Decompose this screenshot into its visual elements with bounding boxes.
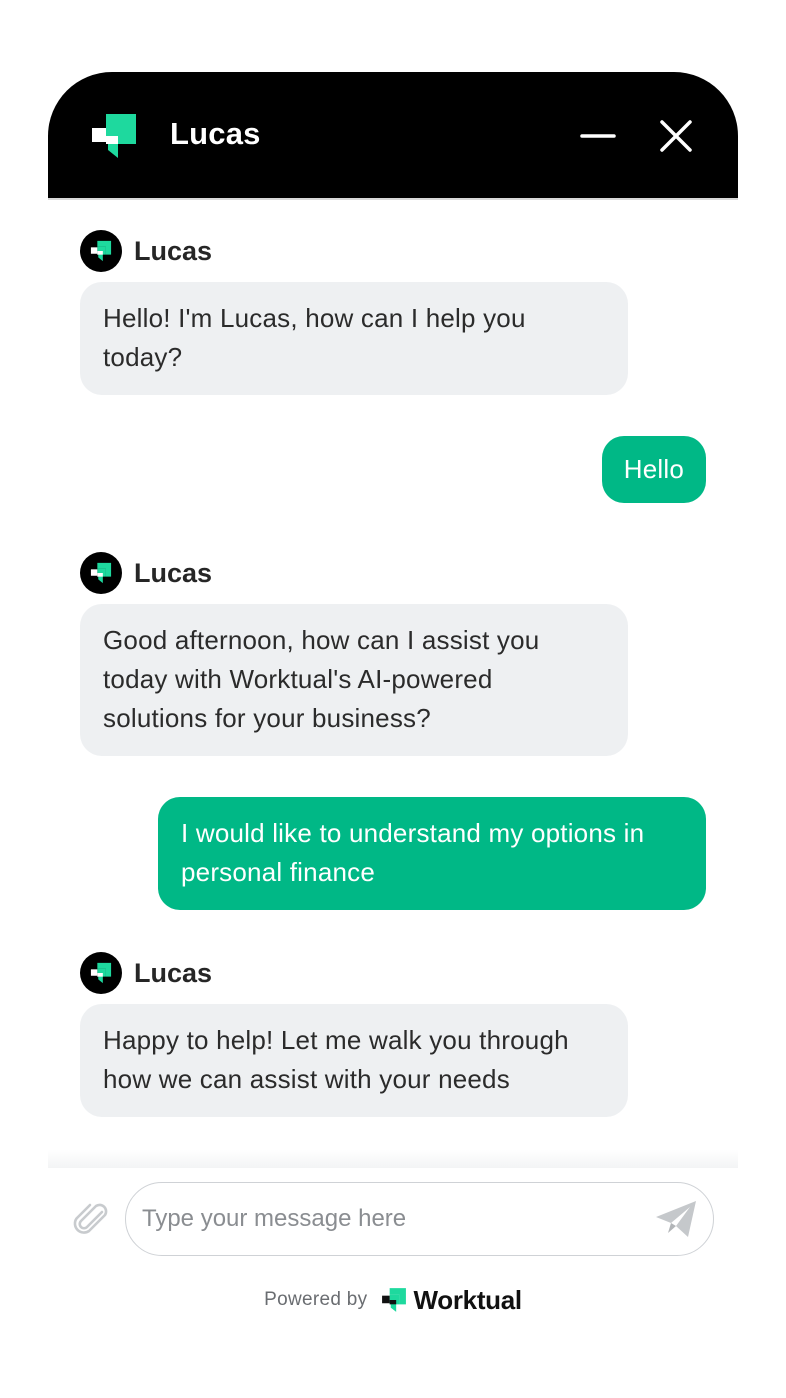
powered-by: Powered by Worktual (48, 1284, 738, 1316)
bot-avatar (80, 552, 122, 594)
user-message: Hello (601, 436, 706, 503)
close-button[interactable] (656, 116, 696, 156)
bot-name: Lucas (134, 235, 213, 266)
worktual-logo-icon (90, 240, 112, 262)
worktual-logo-icon (92, 114, 136, 158)
bot-name: Lucas (134, 957, 213, 988)
message-input[interactable] (142, 1183, 632, 1254)
bot-avatar (80, 952, 122, 994)
composer-divider (48, 1150, 738, 1168)
bot-sender-row: Lucas (80, 952, 212, 994)
paperclip-icon (73, 1203, 108, 1234)
worktual-logo-icon (90, 962, 112, 984)
bot-message: Happy to help! Let me walk you through h… (80, 1004, 628, 1117)
bot-message: Good afternoon, how can I assist you tod… (80, 604, 628, 756)
close-icon (660, 120, 692, 152)
brand-name[interactable]: Worktual (413, 1285, 522, 1316)
attach-button[interactable] (72, 1200, 112, 1240)
chat-widget: Lucas Lucas Hello! I'm Lucas, how can I … (48, 72, 738, 1372)
bot-message: Hello! I'm Lucas, how can I help you tod… (80, 282, 628, 395)
powered-by-label: Powered by (264, 1289, 368, 1310)
bot-name: Lucas (134, 557, 213, 588)
minimize-button[interactable] (578, 116, 618, 156)
bot-sender-row: Lucas (80, 230, 212, 272)
bot-sender-row: Lucas (80, 552, 212, 594)
send-button[interactable] (654, 1199, 698, 1239)
chat-header: Lucas (48, 72, 738, 200)
send-icon (656, 1201, 696, 1237)
chat-title: Lucas (170, 116, 261, 151)
worktual-logo-icon (382, 1288, 407, 1312)
minimize-icon (580, 134, 616, 138)
message-input-wrapper (125, 1182, 714, 1256)
worktual-logo-icon (90, 562, 112, 584)
user-message: I would like to understand my options in… (158, 797, 706, 910)
bot-avatar (80, 230, 122, 272)
